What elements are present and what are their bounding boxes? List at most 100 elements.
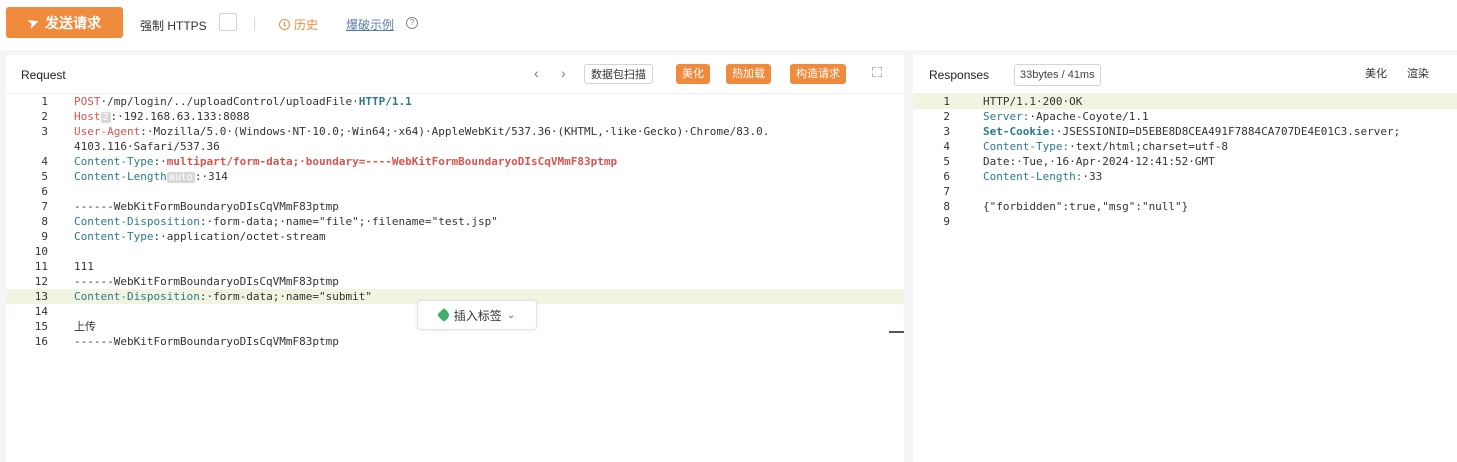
expand-icon[interactable] (872, 67, 882, 77)
line-text: Host 2:·192.168.63.133:8088 (74, 109, 250, 125)
request-code-line: 8 Content-Disposition:·form-data;·name="f… (6, 214, 904, 229)
code-token: {"forbidden":true,"msg":"null"} (983, 200, 1189, 213)
tag-icon (436, 307, 451, 323)
code-token: ·/mp/login/../uploadControl/uploadFile· (100, 95, 359, 108)
line-number: 1 (943, 95, 950, 108)
code-token: HTTP/1.1 (358, 95, 412, 108)
line-text: Content-Type:·multipart/form-data;·bound… (74, 154, 617, 169)
line-number: 9 (41, 230, 48, 243)
response-code-line: 2 Server:·Apache-Coyote/1.1 (913, 109, 1457, 124)
inline-tag: auto (166, 172, 195, 183)
code-token: Content-Length (74, 170, 167, 183)
line-text: 111 (74, 259, 94, 274)
response-code-line: 4 Content-Type:·text/html;charset=utf-8 (913, 139, 1457, 154)
send-request-label: 发送请求 (44, 14, 101, 31)
force-https-checkbox[interactable] (219, 13, 237, 31)
response-code-line: 9 (913, 214, 1457, 229)
code-token: Host (74, 110, 101, 123)
request-code-line: 16 ------WebKitFormBoundaryoDIsCqVMmF83pt… (6, 334, 904, 349)
send-icon: ➤ (25, 13, 42, 31)
response-code-line: 5 Date:·Tue,·16·Apr·2024·12:41:52·GMT (913, 154, 1457, 169)
insert-tag-label: 插入标签 (453, 308, 502, 323)
response-beautify-button[interactable]: 美化 (1359, 64, 1393, 84)
line-number: 10 (34, 245, 48, 258)
history-button[interactable]: 历史 (279, 16, 318, 33)
line-text: Date:·Tue,·16·Apr·2024·12:41:52·GMT (983, 154, 1215, 169)
line-text: Content-Type:·application/octet-stream (74, 229, 326, 244)
code-token: ------WebKitFormBoundaryoDIsCqVMmF83ptmp (74, 275, 339, 288)
response-code-line: 3 Set-Cookie:·JSESSIONID=D5EBE8D8CEA491F7… (913, 124, 1457, 139)
code-token: 上传 (74, 320, 96, 333)
response-code-line: 6 Content-Length:·33 (913, 169, 1457, 184)
send-request-button[interactable]: ➤ 发送请求 (6, 7, 123, 38)
request-code-line: 4103.116·Safari/537.36 (6, 139, 904, 154)
hot-reload-button[interactable]: 热加载 (726, 64, 771, 84)
code-token: POST (74, 95, 101, 108)
code-token: HTTP/1.1·200·OK (983, 95, 1083, 108)
code-token: :·application/octet-stream (153, 230, 326, 243)
line-number: 11 (34, 260, 48, 273)
inline-tag: 2 (100, 112, 111, 123)
line-number: 6 (41, 185, 48, 198)
response-panel: Responses 33bytes / 41ms 美化 渲染 1 HTTP/1.1… (913, 55, 1457, 462)
code-token: :·192.168.63.133:8088 (110, 110, 250, 123)
chevron-left-icon[interactable]: ‹ (534, 65, 539, 81)
request-editor[interactable]: 1 POST·/mp/login/../uploadControl/uploadF… (6, 94, 904, 462)
request-code-line: 9 Content-Type:·application/octet-stream (6, 229, 904, 244)
line-text: 上传 (74, 319, 96, 334)
line-number: 5 (41, 170, 48, 183)
code-token: :·form-data;·name="submit" (199, 290, 373, 303)
request-code-line: 4 Content-Type:·multipart/form-data;·boun… (6, 154, 904, 169)
insert-tag-button[interactable]: 插入标签 ⌄ (417, 300, 537, 330)
response-render-button[interactable]: 渲染 (1401, 64, 1435, 84)
code-token: ·33 (1082, 170, 1103, 183)
chevron-right-icon[interactable]: › (561, 65, 566, 81)
line-number: 2 (943, 110, 950, 123)
code-token: 4103.116·Safari/537.36 (74, 140, 220, 153)
request-code-line: 7 ------WebKitFormBoundaryoDIsCqVMmF83ptm… (6, 199, 904, 214)
code-token: Server: (983, 110, 1030, 123)
line-number: 2 (41, 110, 48, 123)
toolbar-divider (254, 17, 255, 31)
code-token: Date:·Tue,·16·Apr·2024·12:41:52·GMT (983, 155, 1215, 168)
line-number: 15 (34, 320, 48, 333)
panel-resize-handle[interactable] (889, 331, 904, 333)
bruteforce-examples-link[interactable]: 爆破示例 (346, 16, 394, 33)
request-code-line: 5 Content-Length auto:·314 (6, 169, 904, 184)
line-text: {"forbidden":true,"msg":"null"} (983, 199, 1188, 214)
response-meta-badge: 33bytes / 41ms (1014, 64, 1101, 86)
line-number: 6 (943, 170, 950, 183)
help-icon[interactable]: ? (406, 17, 418, 29)
line-number: 13 (34, 290, 48, 303)
line-text: ------WebKitFormBoundaryoDIsCqVMmF83ptmp (74, 199, 339, 214)
code-token: ·text/html;charset=utf-8 (1069, 140, 1229, 153)
response-code-line: 1 HTTP/1.1·200·OK (913, 94, 1457, 109)
line-number: 7 (943, 185, 950, 198)
line-text: Content-Disposition:·form-data;·name="su… (74, 289, 372, 304)
response-editor[interactable]: 1 HTTP/1.1·200·OK 2 Server:·Apache-Coyote/1… (913, 94, 1457, 462)
code-token: Content-Length: (983, 170, 1083, 183)
beautify-button[interactable]: 美化 (676, 64, 710, 84)
code-token: 111 (74, 260, 94, 273)
request-header: Request ‹ › 数据包扫描 美化 热加载 构造请求 (6, 55, 904, 94)
force-https-label: 强制 HTTPS (140, 19, 207, 33)
code-token: ·JSESSIONID=D5EBE8D8CEA491F7884CA707DE4E… (1055, 125, 1401, 138)
line-number: 8 (41, 215, 48, 228)
top-toolbar: ➤ 发送请求 强制 HTTPS 历史 爆破示例 ? (0, 0, 1457, 50)
code-token: User-Agent (74, 125, 141, 138)
request-code-line: 11 111 (6, 259, 904, 274)
code-token: Content-Type (74, 230, 154, 243)
line-text: User-Agent:·Mozilla/5.0·(Windows·NT·10.0… (74, 124, 769, 139)
code-token: :·Mozilla/5.0·(Windows·NT·10.0;·Win64;·x… (140, 125, 770, 138)
line-text: Content-Length:·33 (983, 169, 1102, 184)
line-text: Content-Disposition:·form-data;·name="fi… (74, 214, 498, 229)
request-code-line: 6 (6, 184, 904, 199)
request-title: Request (21, 68, 66, 82)
line-number: 12 (34, 275, 48, 288)
line-text: HTTP/1.1·200·OK (983, 94, 1082, 109)
construct-request-button[interactable]: 构造请求 (790, 64, 846, 84)
packet-scan-button[interactable]: 数据包扫描 (584, 64, 653, 84)
code-token: :·314 (194, 170, 228, 183)
request-code-line: 3 User-Agent:·Mozilla/5.0·(Windows·NT·10.… (6, 124, 904, 139)
code-token: Content-Disposition (74, 290, 200, 303)
